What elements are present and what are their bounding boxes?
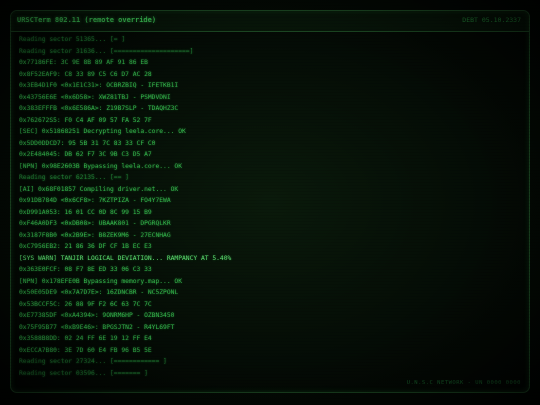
log-line: [SEC] 0x51868251 Decrypting leela.core..…: [19, 128, 186, 135]
log-line: 0xC7956EB2: 21 86 36 DF CF 1B EC E3: [19, 243, 152, 250]
crt-screen: URSCTerm 802.11 (remote override) DEBT 0…: [0, 0, 540, 405]
log-line: 0x43756E6E <0x6D58>: XWZ81TBJ - PSMDVDNI: [19, 93, 171, 101]
log-line: 0x75F95B77 <0xB9E46>: BPGSJTN2 - R4YL69F…: [19, 323, 175, 331]
log-line: 0x363E0FCF: 08 F7 8E ED 33 06 C3 33: [19, 266, 152, 273]
log-line: [NPN] 0x178EFE0B Bypassing memory.map...…: [19, 277, 183, 285]
log-line: [AI] 0x68F01857 Compiling driver.net... …: [19, 185, 179, 193]
log-line: 0x8F52EAF9: C8 33 89 C5 C6 D7 AC 28: [19, 70, 152, 78]
log-line: Reading sector 62135... [== ]: [19, 174, 129, 181]
log-line: [SYS WARN] TANJIR LOGICAL DEVIATION... R…: [19, 254, 232, 262]
log-line: 0x53BCCF5C: 26 88 9F F2 6C 63 7C 7C: [19, 300, 152, 308]
terminal-window: URSCTerm 802.11 (remote override) DEBT 0…: [10, 10, 530, 393]
log-line: Reading sector 03596... [======= ]: [19, 369, 148, 377]
log-line: 0xE77385DF <0xA4394>: 9ONRM6HP - OZBN345…: [19, 312, 175, 319]
log-line: 0x3EB4D1F0 <0x1E1C31>: OCBRZBIQ - IFETKB…: [19, 82, 179, 89]
log-line: 0x3187F8B0 <0x2B9E>: B8ZEK9M6 - 27ECNHAG: [19, 231, 171, 239]
log-line: 0xD991A053: 16 01 CC 0D 8C 99 15 B9: [19, 208, 152, 216]
log-line: 0x3588B8DD: 02 24 FF 6E 19 12 FF E4: [19, 335, 152, 342]
log-line: 0x91DB784D <0x6CF8>: 7KZTPIZA - FO4Y7EWA: [19, 197, 171, 204]
date-stamp: DEBT 05.10.2337: [462, 16, 521, 24]
terminal-title: URSCTerm 802.11 (remote override): [17, 16, 157, 24]
log-line: Reading sector 51365... [= ]: [19, 36, 126, 43]
log-line: 0x77186FE: 3C 9E 8B 89 AF 91 86 EB: [19, 59, 148, 66]
network-footer: U.N.S.C NETWORK - UN 0000 0000: [406, 380, 521, 386]
terminal-title-bar: URSCTerm 802.11 (remote override) DEBT 0…: [11, 11, 529, 32]
log-line: 0x50E05DE9 <0x7A7D7E>: 16ZDNCBR - NC5ZPO…: [19, 289, 179, 296]
log-line: Reading sector 31636... [===============…: [19, 47, 194, 55]
terminal-log: Reading sector 51365... [= ] Reading sec…: [19, 34, 519, 379]
log-line: 0x2E484045: DB 62 F7 3C 9B C3 D5 A7: [19, 151, 152, 158]
log-line: 0xF46A0DF3 <0xDB08>: UBAAK801 - DPGRQLKR: [19, 220, 171, 227]
log-line: 0x383EFFFB <0x6E586A>: Z19B7SLP - TDAQHZ…: [19, 105, 179, 112]
log-line: 0xECCA7B80: 3E 7D 60 E4 FB 96 B5 5E: [19, 346, 152, 354]
log-line: 0x5DD0DDCD7: 95 5B 31 7C 83 33 CF C0: [19, 139, 156, 147]
log-line: 0x762672S5: F0 C4 AF 09 57 FA 52 7F: [19, 116, 152, 124]
log-line: Reading sector 27324... [============ ]: [19, 358, 167, 365]
log-line: [NPN] 0x98E2603B Bypassing leela.core...…: [19, 162, 183, 170]
